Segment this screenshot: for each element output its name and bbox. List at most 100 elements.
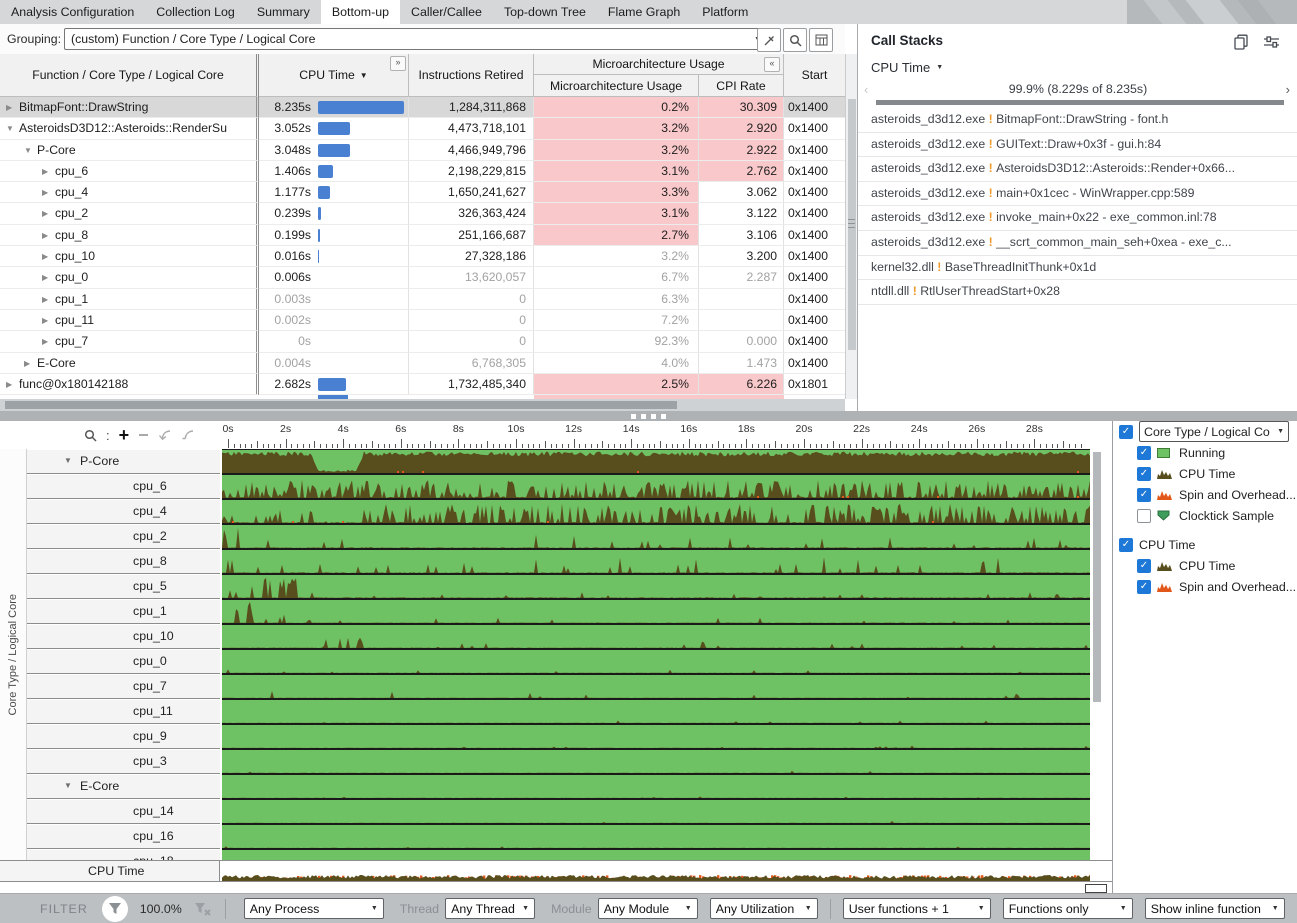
- timeline-row-label-cpu-3[interactable]: cpu_3: [27, 749, 220, 774]
- table-row[interactable]: ▶cpu_41.177s1,650,241,6273.3%3.0620x1400: [0, 182, 845, 203]
- tab-top-down-tree[interactable]: Top-down Tree: [493, 0, 597, 24]
- table-row[interactable]: ▶cpu_00.006s13,620,0576.7%2.2870x1400: [0, 267, 845, 288]
- call-stack-frame[interactable]: kernel32.dll ! BaseThreadInitThunk+0x1d: [858, 256, 1297, 281]
- timeline-row-label-cpu-2[interactable]: cpu_2: [27, 524, 220, 549]
- next-stack-button[interactable]: ›: [1286, 82, 1290, 97]
- timeline-chart-row[interactable]: [222, 499, 1090, 524]
- timeline-charts[interactable]: [222, 449, 1090, 860]
- timeline-chart-row[interactable]: [222, 574, 1090, 599]
- scrollbar-thumb[interactable]: [848, 99, 856, 350]
- expander-collapsed-icon[interactable]: ▶: [42, 246, 48, 267]
- timeline-row-label-cpu-9[interactable]: cpu_9: [27, 724, 220, 749]
- timeline-chart-row[interactable]: [222, 774, 1090, 799]
- timeline-chart-row[interactable]: [222, 474, 1090, 499]
- timeline-row-label-cpu-7[interactable]: cpu_7: [27, 674, 220, 699]
- expander-collapsed-icon[interactable]: ▶: [24, 353, 30, 374]
- call-stack-frame[interactable]: asteroids_d3d12.exe ! BitmapFont::DrawSt…: [858, 108, 1297, 133]
- table-row[interactable]: ▶cpu_100.016s27,328,1863.2%3.2000x1400: [0, 246, 845, 267]
- pane-splitter[interactable]: [0, 411, 1297, 421]
- timeline-chart-row[interactable]: [222, 649, 1090, 674]
- timeline-chart-row[interactable]: [222, 674, 1090, 699]
- table-row[interactable]: ▶cpu_20.239s326,363,4243.1%3.1220x1400: [0, 203, 845, 224]
- timeline-chart-row[interactable]: [222, 749, 1090, 774]
- expander-expanded-icon[interactable]: ▼: [64, 774, 72, 798]
- utilization-filter-select[interactable]: Any Utilization▼: [710, 898, 818, 919]
- timeline-chart-row[interactable]: [222, 599, 1090, 624]
- scrollbar-corner[interactable]: [1085, 884, 1107, 893]
- table-row[interactable]: ▶func@0x1801421882.682s1,732,485,3402.5%…: [0, 374, 845, 395]
- scrollbar-thumb[interactable]: [1093, 452, 1101, 702]
- expander-collapsed-icon[interactable]: ▶: [42, 310, 48, 331]
- timeline-row-label-cpu-10[interactable]: cpu_10: [27, 624, 220, 649]
- grid-horizontal-scrollbar[interactable]: [0, 399, 845, 411]
- process-filter-select[interactable]: Any Process▼: [244, 898, 384, 919]
- expander-collapsed-icon[interactable]: ▶: [42, 203, 48, 224]
- expand-column-button[interactable]: »: [390, 56, 406, 71]
- tab-bottom-up[interactable]: Bottom-up: [321, 0, 400, 24]
- callstack-mode-select[interactable]: Functions only▼: [1003, 898, 1133, 919]
- call-stack-frame[interactable]: asteroids_d3d12.exe ! main+0x1cec - WinW…: [858, 182, 1297, 207]
- table-row[interactable]: ▼P-Core3.048s4,466,949,7963.2%2.9220x140…: [0, 140, 845, 161]
- customize-grouping-button[interactable]: [757, 28, 781, 52]
- grid-vertical-scrollbar[interactable]: [845, 54, 857, 399]
- timeline-row-label-cpu-4[interactable]: cpu_4: [27, 499, 220, 524]
- expander-collapsed-icon[interactable]: ▶: [42, 225, 48, 246]
- thread-filter-select[interactable]: Any Thread▼: [445, 898, 535, 919]
- tab-flame-graph[interactable]: Flame Graph: [597, 0, 691, 24]
- stack-settings-button[interactable]: [1261, 32, 1281, 52]
- timeline-chart-row[interactable]: [222, 699, 1090, 724]
- timeline-chart-row[interactable]: [222, 449, 1090, 474]
- expander-collapsed-icon[interactable]: ▶: [42, 331, 48, 352]
- table-row[interactable]: ▼AsteroidsD3D12::Asteroids::RenderSu3.05…: [0, 118, 845, 139]
- expander-collapsed-icon[interactable]: ▶: [6, 374, 12, 395]
- table-row[interactable]: ▶cpu_70s092.3%0.0000x1400: [0, 331, 845, 352]
- timeline-chart-row[interactable]: [222, 799, 1090, 824]
- timeline-row-label-cpu-16[interactable]: cpu_16: [27, 824, 220, 849]
- column-header-microarch-usage[interactable]: Microarchitecture Usage: [534, 75, 699, 97]
- timeline-row-label-cpu-6[interactable]: cpu_6: [27, 474, 220, 499]
- legend-series-select[interactable]: Core Type / Logical Co▼: [1139, 421, 1289, 442]
- timeline-row-label-cpu-18[interactable]: cpu_18: [27, 849, 220, 860]
- zoom-out-button[interactable]: −: [138, 426, 149, 444]
- timeline-chart-row[interactable]: [222, 849, 1090, 860]
- tab-caller-callee[interactable]: Caller/Callee: [400, 0, 493, 24]
- checkbox[interactable]: ✓: [1119, 538, 1133, 552]
- timeline-row-label-cpu-8[interactable]: cpu_8: [27, 549, 220, 574]
- column-header-cpu-time[interactable]: CPU Time▼ »: [259, 54, 409, 97]
- expander-expanded-icon[interactable]: ▼: [64, 449, 72, 473]
- timeline-row-label-cpu-11[interactable]: cpu_11: [27, 699, 220, 724]
- tab-summary[interactable]: Summary: [246, 0, 321, 24]
- search-button[interactable]: [783, 28, 807, 52]
- column-header-start-address[interactable]: Start: [784, 54, 845, 97]
- timeline-row-label-cpu-5[interactable]: cpu_5: [27, 574, 220, 599]
- timeline-chart-row[interactable]: [222, 549, 1090, 574]
- inline-mode-select[interactable]: User functions + 1▼: [843, 898, 991, 919]
- call-stack-frame[interactable]: asteroids_d3d12.exe ! invoke_main+0x22 -…: [858, 206, 1297, 231]
- inline-functions-select[interactable]: Show inline function▼: [1145, 898, 1285, 919]
- copy-button[interactable]: [1231, 32, 1251, 52]
- timeline-chart-row[interactable]: [222, 724, 1090, 749]
- expander-collapsed-icon[interactable]: ▶: [42, 267, 48, 288]
- expander-collapsed-icon[interactable]: ▶: [42, 289, 48, 310]
- grouping-select[interactable]: (custom) Function / Core Type / Logical …: [64, 28, 768, 50]
- timeline-row-label-cpu-14[interactable]: cpu_14: [27, 799, 220, 824]
- table-row[interactable]: ▶BitmapFont::DrawString8.235s1,284,311,8…: [0, 97, 845, 118]
- timeline-chart-row[interactable]: [222, 524, 1090, 549]
- table-row[interactable]: ▶E-Core0.004s6,768,3054.0%1.4730x1400: [0, 353, 845, 374]
- checkbox[interactable]: [1137, 509, 1151, 523]
- timeline-chart-row[interactable]: [222, 824, 1090, 849]
- checkbox[interactable]: ✓: [1137, 488, 1151, 502]
- column-header-microarch-group[interactable]: Microarchitecture Usage «: [534, 54, 784, 75]
- column-header-function[interactable]: Function / Core Type / Logical Core: [0, 54, 259, 97]
- time-axis[interactable]: 0s2s4s6s8s10s12s14s16s18s20s22s24s26s28s: [222, 421, 1090, 449]
- expander-collapsed-icon[interactable]: ▶: [6, 97, 12, 118]
- checkbox[interactable]: ✓: [1137, 559, 1151, 573]
- tab-platform[interactable]: Platform: [691, 0, 759, 24]
- grouping-columns-button[interactable]: [809, 28, 833, 52]
- table-row[interactable]: ▶cpu_110.002s07.2%0x1400: [0, 310, 845, 331]
- timeline-row-label-cpu-0[interactable]: cpu_0: [27, 649, 220, 674]
- module-filter-select[interactable]: Any Module▼: [598, 898, 698, 919]
- scrollbar-thumb[interactable]: [5, 401, 677, 409]
- timeline-chart-row[interactable]: [222, 624, 1090, 649]
- undo-zoom-icon[interactable]: [158, 429, 172, 441]
